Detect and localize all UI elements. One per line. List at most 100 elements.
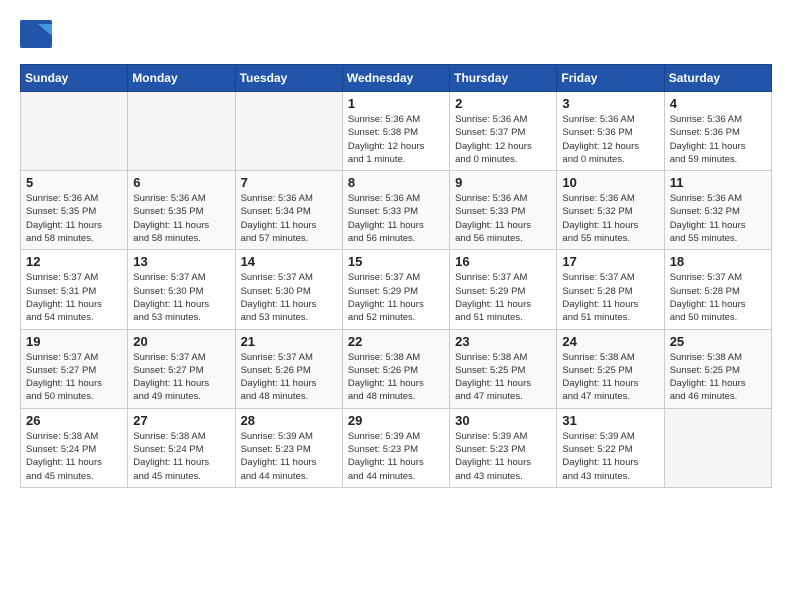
calendar-cell: 11 Sunrise: 5:36 AM Sunset: 5:32 PM Dayli… [664, 171, 771, 250]
calendar-cell: 2 Sunrise: 5:36 AM Sunset: 5:37 PM Daylig… [450, 92, 557, 171]
weekday-header-sunday: Sunday [21, 65, 128, 92]
day-info: Sunrise: 5:36 AM Sunset: 5:36 PM Dayligh… [670, 113, 766, 166]
day-info: Sunrise: 5:37 AM Sunset: 5:30 PM Dayligh… [133, 271, 229, 324]
calendar-cell: 1 Sunrise: 5:36 AM Sunset: 5:38 PM Daylig… [342, 92, 449, 171]
calendar-cell: 9 Sunrise: 5:36 AM Sunset: 5:33 PM Daylig… [450, 171, 557, 250]
calendar-cell: 31 Sunrise: 5:39 AM Sunset: 5:22 PM Dayli… [557, 408, 664, 487]
calendar-cell: 23 Sunrise: 5:38 AM Sunset: 5:25 PM Dayli… [450, 329, 557, 408]
calendar-cell [21, 92, 128, 171]
day-number: 26 [26, 413, 122, 428]
day-info: Sunrise: 5:38 AM Sunset: 5:24 PM Dayligh… [133, 430, 229, 483]
calendar-cell [235, 92, 342, 171]
weekday-header-saturday: Saturday [664, 65, 771, 92]
day-info: Sunrise: 5:37 AM Sunset: 5:31 PM Dayligh… [26, 271, 122, 324]
day-info: Sunrise: 5:36 AM Sunset: 5:33 PM Dayligh… [455, 192, 551, 245]
day-info: Sunrise: 5:36 AM Sunset: 5:32 PM Dayligh… [562, 192, 658, 245]
day-number: 15 [348, 254, 444, 269]
day-info: Sunrise: 5:36 AM Sunset: 5:36 PM Dayligh… [562, 113, 658, 166]
day-info: Sunrise: 5:39 AM Sunset: 5:23 PM Dayligh… [455, 430, 551, 483]
calendar-cell: 21Sunrise: 5:37 AM Sunset: 5:26 PM Dayli… [235, 329, 342, 408]
calendar-cell: 27 Sunrise: 5:38 AM Sunset: 5:24 PM Dayli… [128, 408, 235, 487]
weekday-header-wednesday: Wednesday [342, 65, 449, 92]
day-info: Sunrise: 5:36 AM Sunset: 5:35 PM Dayligh… [26, 192, 122, 245]
calendar-cell: 29 Sunrise: 5:39 AM Sunset: 5:23 PM Dayli… [342, 408, 449, 487]
day-number: 8 [348, 175, 444, 190]
day-number: 20 [133, 334, 229, 349]
day-info: Sunrise: 5:36 AM Sunset: 5:35 PM Dayligh… [133, 192, 229, 245]
day-info: Sunrise: 5:37 AM Sunset: 5:30 PM Dayligh… [241, 271, 337, 324]
day-number: 9 [455, 175, 551, 190]
day-info: Sunrise: 5:38 AM Sunset: 5:25 PM Dayligh… [455, 351, 551, 404]
calendar-cell: 24 Sunrise: 5:38 AM Sunset: 5:25 PM Dayli… [557, 329, 664, 408]
day-info: Sunrise: 5:38 AM Sunset: 5:25 PM Dayligh… [562, 351, 658, 404]
calendar-cell: 4 Sunrise: 5:36 AM Sunset: 5:36 PM Daylig… [664, 92, 771, 171]
calendar-table: SundayMondayTuesdayWednesdayThursdayFrid… [20, 64, 772, 488]
weekday-header-friday: Friday [557, 65, 664, 92]
calendar-cell: 8 Sunrise: 5:36 AM Sunset: 5:33 PM Daylig… [342, 171, 449, 250]
calendar-cell: 7Sunrise: 5:36 AM Sunset: 5:34 PM Daylig… [235, 171, 342, 250]
day-info: Sunrise: 5:37 AM Sunset: 5:28 PM Dayligh… [670, 271, 766, 324]
day-number: 10 [562, 175, 658, 190]
day-info: Sunrise: 5:39 AM Sunset: 5:23 PM Dayligh… [348, 430, 444, 483]
day-info: Sunrise: 5:37 AM Sunset: 5:26 PM Dayligh… [241, 351, 337, 404]
calendar-cell: 26Sunrise: 5:38 AM Sunset: 5:24 PM Dayli… [21, 408, 128, 487]
day-number: 23 [455, 334, 551, 349]
day-number: 16 [455, 254, 551, 269]
day-number: 14 [241, 254, 337, 269]
day-number: 24 [562, 334, 658, 349]
calendar-cell: 16Sunrise: 5:37 AM Sunset: 5:29 PM Dayli… [450, 250, 557, 329]
calendar-cell: 18 Sunrise: 5:37 AM Sunset: 5:28 PM Dayli… [664, 250, 771, 329]
calendar-cell: 3 Sunrise: 5:36 AM Sunset: 5:36 PM Daylig… [557, 92, 664, 171]
calendar-cell: 12 Sunrise: 5:37 AM Sunset: 5:31 PM Dayli… [21, 250, 128, 329]
day-info: Sunrise: 5:36 AM Sunset: 5:32 PM Dayligh… [670, 192, 766, 245]
day-info: Sunrise: 5:39 AM Sunset: 5:23 PM Dayligh… [241, 430, 337, 483]
day-number: 28 [241, 413, 337, 428]
day-number: 13 [133, 254, 229, 269]
day-info: Sunrise: 5:39 AM Sunset: 5:22 PM Dayligh… [562, 430, 658, 483]
day-number: 31 [562, 413, 658, 428]
day-number: 27 [133, 413, 229, 428]
day-number: 2 [455, 96, 551, 111]
day-info: Sunrise: 5:36 AM Sunset: 5:33 PM Dayligh… [348, 192, 444, 245]
weekday-header-tuesday: Tuesday [235, 65, 342, 92]
day-info: Sunrise: 5:37 AM Sunset: 5:29 PM Dayligh… [348, 271, 444, 324]
day-info: Sunrise: 5:36 AM Sunset: 5:38 PM Dayligh… [348, 113, 444, 166]
day-info: Sunrise: 5:37 AM Sunset: 5:28 PM Dayligh… [562, 271, 658, 324]
calendar-cell: 6Sunrise: 5:36 AM Sunset: 5:35 PM Daylig… [128, 171, 235, 250]
day-number: 3 [562, 96, 658, 111]
day-number: 25 [670, 334, 766, 349]
calendar-cell: 15 Sunrise: 5:37 AM Sunset: 5:29 PM Dayli… [342, 250, 449, 329]
logo-icon [20, 20, 52, 48]
day-number: 1 [348, 96, 444, 111]
calendar-cell: 20 Sunrise: 5:37 AM Sunset: 5:27 PM Dayli… [128, 329, 235, 408]
calendar-cell: 14 Sunrise: 5:37 AM Sunset: 5:30 PM Dayli… [235, 250, 342, 329]
calendar-cell: 13 Sunrise: 5:37 AM Sunset: 5:30 PM Dayli… [128, 250, 235, 329]
calendar-cell [664, 408, 771, 487]
day-number: 18 [670, 254, 766, 269]
calendar-cell: 30 Sunrise: 5:39 AM Sunset: 5:23 PM Dayli… [450, 408, 557, 487]
day-number: 17 [562, 254, 658, 269]
day-number: 22 [348, 334, 444, 349]
day-number: 5 [26, 175, 122, 190]
calendar-cell: 22 Sunrise: 5:38 AM Sunset: 5:26 PM Dayli… [342, 329, 449, 408]
day-info: Sunrise: 5:36 AM Sunset: 5:37 PM Dayligh… [455, 113, 551, 166]
day-info: Sunrise: 5:38 AM Sunset: 5:25 PM Dayligh… [670, 351, 766, 404]
day-info: Sunrise: 5:37 AM Sunset: 5:27 PM Dayligh… [26, 351, 122, 404]
day-info: Sunrise: 5:36 AM Sunset: 5:34 PM Dayligh… [241, 192, 337, 245]
day-number: 30 [455, 413, 551, 428]
day-number: 11 [670, 175, 766, 190]
calendar-cell: 10 Sunrise: 5:36 AM Sunset: 5:32 PM Dayli… [557, 171, 664, 250]
calendar-cell: 5 Sunrise: 5:36 AM Sunset: 5:35 PM Daylig… [21, 171, 128, 250]
day-info: Sunrise: 5:37 AM Sunset: 5:27 PM Dayligh… [133, 351, 229, 404]
calendar-cell: 17 Sunrise: 5:37 AM Sunset: 5:28 PM Dayli… [557, 250, 664, 329]
day-number: 19 [26, 334, 122, 349]
calendar-cell: 19 Sunrise: 5:37 AM Sunset: 5:27 PM Dayli… [21, 329, 128, 408]
calendar-cell [128, 92, 235, 171]
calendar-cell: 25 Sunrise: 5:38 AM Sunset: 5:25 PM Dayli… [664, 329, 771, 408]
weekday-header-thursday: Thursday [450, 65, 557, 92]
logo [20, 20, 56, 48]
day-number: 29 [348, 413, 444, 428]
day-number: 12 [26, 254, 122, 269]
day-info: Sunrise: 5:38 AM Sunset: 5:26 PM Dayligh… [348, 351, 444, 404]
day-number: 4 [670, 96, 766, 111]
